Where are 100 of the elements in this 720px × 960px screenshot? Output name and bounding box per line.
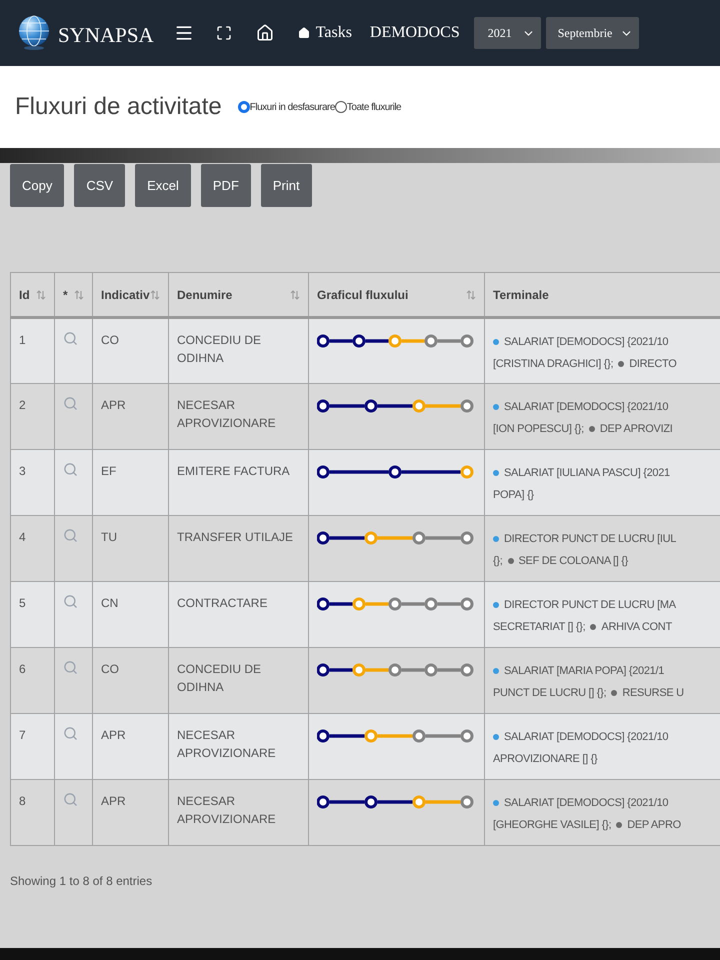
flow-connector: [438, 339, 460, 343]
tasks-link[interactable]: Tasks: [298, 21, 352, 45]
flow-connector: [426, 536, 460, 540]
terminal-text: {};: [493, 554, 503, 569]
terminal-text: SALARIAT [DEMODOCS] {2021/10: [504, 730, 668, 745]
terminal-text: POPA] {}: [493, 488, 534, 503]
table-cell: CO: [101, 662, 119, 676]
column-header: *: [63, 286, 68, 304]
table-cell-text: CONCEDIU DE ODIHNA: [177, 332, 262, 367]
globe-logo-icon: [18, 15, 50, 51]
search-icon[interactable]: [63, 396, 78, 411]
flow-connector: [330, 339, 352, 343]
flow-connector: [330, 536, 364, 540]
radio-option[interactable]: Fluxuri in desfasurare: [238, 100, 335, 114]
terminal-text: [CRISTINA DRAGHICI] {};: [493, 357, 614, 372]
page-title: Fluxuri de activitate: [15, 92, 222, 122]
search-icon[interactable]: [63, 594, 78, 609]
flow-connector: [378, 800, 412, 804]
column-header: Graficul fluxului: [317, 286, 408, 304]
flow-connector: [438, 668, 460, 672]
search-icon[interactable]: [63, 660, 78, 675]
flow-connector: [330, 602, 352, 606]
flow-connector: [402, 339, 424, 343]
terminal-text: SALARIAT [MARIA POPA] {2021/1: [504, 664, 664, 679]
search-icon[interactable]: [63, 462, 78, 477]
table-cell: APR: [101, 728, 126, 742]
flow-connector: [330, 404, 364, 408]
table-cell: TU: [101, 530, 117, 544]
month-select[interactable]: Septembrie: [546, 17, 639, 49]
sort-icon[interactable]: [466, 290, 476, 300]
table-cell: EF: [101, 464, 116, 478]
terminal-text: SALARIAT [DEMODOCS] {2021/10: [504, 335, 668, 350]
table-cell-text: NECESAR APROVIZIONARE: [177, 727, 277, 762]
terminal-text: [ION POPESCU] {};: [493, 422, 584, 437]
table-cell: APR: [101, 398, 126, 412]
table-cell: 7: [19, 728, 26, 742]
search-icon[interactable]: [63, 528, 78, 543]
sort-icon[interactable]: [74, 290, 84, 300]
home-icon[interactable]: [256, 24, 274, 42]
flow-connector: [426, 404, 460, 408]
flow-connector: [402, 470, 460, 474]
terminal-text: PUNCT DE LUCRU [] {};: [493, 686, 606, 701]
flow-connector: [330, 668, 352, 672]
brand-name: SYNAPSA: [58, 22, 154, 50]
column-header: Denumire: [177, 286, 232, 304]
export-button[interactable]: Excel: [135, 164, 191, 207]
sort-icon[interactable]: [36, 290, 46, 300]
flow-connector: [378, 404, 412, 408]
terminal-text: DEP APRO: [627, 818, 681, 833]
table-cell: CN: [101, 596, 118, 610]
terminal-text: DIRECTO: [629, 357, 676, 372]
terminal-text: SEF DE COLOANA [] {}: [518, 554, 628, 569]
search-icon[interactable]: [63, 792, 78, 807]
export-button[interactable]: Copy: [10, 164, 64, 207]
search-icon[interactable]: [63, 331, 78, 346]
radio-button[interactable]: [238, 101, 250, 113]
export-button[interactable]: PDF: [200, 164, 251, 207]
flow-connector: [366, 602, 388, 606]
flow-connector: [330, 800, 364, 804]
table-cell-text: NECESAR APROVIZIONARE: [177, 793, 277, 828]
terminal-text: APROVIZIONARE [] {}: [493, 752, 598, 767]
flow-connector: [366, 339, 388, 343]
table-cell: 3: [19, 464, 26, 478]
table-cell: 2: [19, 398, 26, 412]
flow-connector: [378, 536, 412, 540]
terminal-text: SALARIAT [DEMODOCS] {2021/10: [504, 400, 668, 415]
fullscreen-icon[interactable]: [216, 25, 232, 41]
export-button[interactable]: Print: [260, 164, 312, 207]
export-button[interactable]: CSV: [74, 164, 126, 207]
terminal-text: DEP APROVIZI: [600, 422, 673, 437]
home-icon: [298, 27, 310, 39]
table-cell-text: EMITERE FACTURA: [177, 463, 291, 480]
year-select[interactable]: 2021: [474, 17, 541, 49]
terminal-text: RESURSE U: [622, 686, 684, 701]
terminal-text: ARHIVA CONT: [601, 620, 672, 635]
company-name[interactable]: DEMODOCS: [370, 21, 460, 45]
column-header: Id: [19, 286, 30, 304]
table-cell: CO: [101, 333, 119, 347]
table-cell: 5: [19, 596, 26, 610]
sort-icon[interactable]: [150, 290, 160, 300]
flow-connector: [426, 800, 460, 804]
table-cell: 8: [19, 794, 26, 808]
search-icon[interactable]: [63, 726, 78, 741]
flow-connector: [438, 602, 460, 606]
flow-connector: [330, 734, 364, 738]
flow-connector: [426, 734, 460, 738]
table-cell-text: TRANSFER UTILAJE: [177, 529, 294, 546]
flow-connector: [402, 602, 424, 606]
sort-icon[interactable]: [290, 290, 300, 300]
flow-connector: [402, 668, 424, 672]
terminal-text: SALARIAT [DEMODOCS] {2021/10: [504, 796, 668, 811]
terminal-text: [GHEORGHE VASILE] {};: [493, 818, 612, 833]
table-cell: 1: [19, 333, 26, 347]
radio-button[interactable]: [334, 101, 347, 113]
terminal-text: SECRETARIAT [] {};: [493, 620, 586, 635]
terminal-text: DIRECTOR PUNCT DE LUCRU [IUL: [504, 532, 676, 547]
radio-option[interactable]: Toate fluxurile: [334, 100, 402, 114]
table-cell-text: CONTRACTARE: [177, 595, 268, 612]
terminal-text: SALARIAT [IULIANA PASCU] {2021: [504, 466, 670, 481]
table-cell: APR: [101, 794, 126, 808]
